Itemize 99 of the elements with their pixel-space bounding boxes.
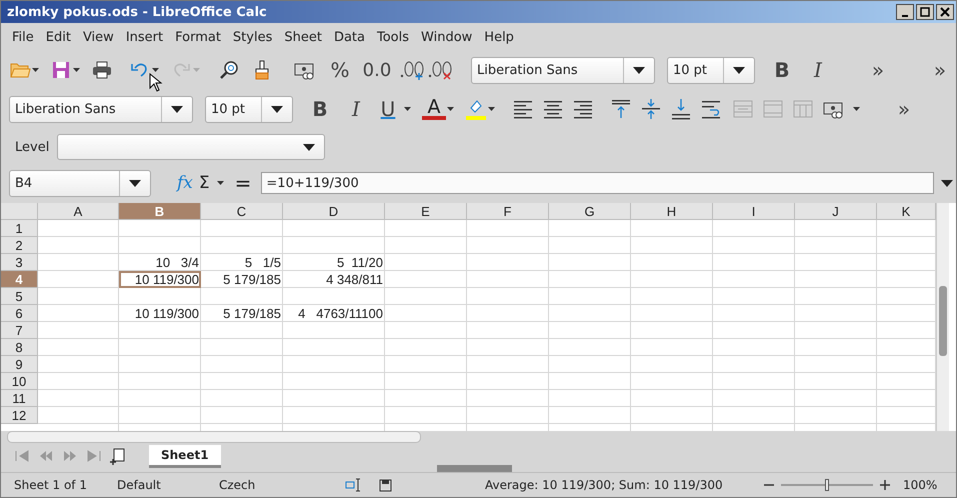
sheet-count: Sheet 1 of 1 (14, 478, 88, 492)
language[interactable]: Czech (219, 478, 345, 492)
merge-cells-icon[interactable] (732, 98, 754, 120)
menu-item[interactable]: Help (478, 30, 520, 44)
formula-button[interactable]: = (234, 171, 252, 195)
align-top-icon[interactable] (610, 98, 632, 120)
selection-mode-icon[interactable] (345, 476, 363, 494)
table-cell[interactable]: 5 179/185 (201, 271, 283, 288)
row-header[interactable]: 2 (1, 237, 38, 254)
column-header[interactable]: E (385, 203, 467, 220)
sheet-tab[interactable]: Sheet1 (149, 444, 221, 468)
add-sheet-icon[interactable] (109, 447, 127, 465)
table-cell[interactable]: 10 3/4 (119, 254, 201, 271)
caret-icon[interactable] (940, 178, 954, 188)
italic-button[interactable]: I (341, 97, 371, 121)
menu-item[interactable]: File (6, 30, 40, 44)
zoom-in-icon[interactable] (879, 479, 891, 491)
printer-icon[interactable] (91, 59, 113, 81)
align-center-icon[interactable] (542, 98, 564, 120)
column-header[interactable]: F (467, 203, 549, 220)
wrap-text-icon[interactable] (700, 98, 722, 120)
caret-icon[interactable] (302, 142, 316, 152)
row-header[interactable]: 12 (1, 407, 38, 424)
caret-icon[interactable] (128, 178, 142, 188)
caret-icon[interactable] (270, 104, 284, 114)
font-name-combo[interactable]: Liberation Sans (471, 56, 655, 84)
more-button[interactable]: » (863, 58, 893, 82)
more-button[interactable]: » (925, 58, 955, 82)
bold-button[interactable]: B (767, 58, 797, 82)
maximize-icon[interactable] (920, 7, 930, 17)
row-header[interactable]: 9 (1, 356, 38, 373)
column-header[interactable]: H (631, 203, 713, 220)
selection-summary: Average: 10 119/300; Sum: 10 119/300 (485, 478, 724, 492)
close-button[interactable] (936, 4, 954, 20)
menu-item[interactable]: Sheet (278, 30, 328, 44)
bold-button[interactable]: B (305, 97, 335, 121)
row-header[interactable]: 6 (1, 305, 38, 322)
font-name-combo[interactable]: Liberation Sans (9, 96, 193, 122)
font-size-combo[interactable]: 10 pt (205, 96, 293, 122)
column-header[interactable]: C (201, 203, 283, 220)
row-header[interactable]: 3 (1, 254, 38, 271)
align-bottom-icon[interactable] (670, 98, 692, 120)
document-modified-icon[interactable] (377, 477, 393, 493)
menu-item[interactable]: Insert (120, 30, 170, 44)
name-box[interactable]: B4 (9, 170, 151, 196)
window-title: zlomky pokus.ods - LibreOffice Calc (7, 4, 268, 20)
row-header[interactable]: 10 (1, 373, 38, 390)
number-format-button[interactable]: 0.0 (357, 60, 397, 80)
italic-button[interactable]: I (803, 58, 833, 82)
menu-item[interactable]: Data (328, 30, 371, 44)
menu-item[interactable]: Window (415, 30, 478, 44)
font-color-button[interactable]: A (422, 98, 446, 120)
caret-icon[interactable] (632, 65, 646, 75)
unmerge-cells-icon[interactable] (792, 98, 814, 120)
zoom-level[interactable]: 100% (903, 478, 938, 492)
percent-button[interactable]: % (325, 58, 355, 82)
level-label: Level (15, 140, 50, 154)
table-cell[interactable]: 10 119/300 (119, 305, 201, 322)
horizontal-scrollbar[interactable] (7, 431, 421, 443)
maximize-button[interactable] (916, 4, 934, 20)
caret-icon[interactable] (170, 104, 184, 114)
zoom-slider-thumb[interactable] (825, 479, 829, 491)
column-header[interactable]: K (877, 203, 936, 220)
row-header[interactable]: 7 (1, 322, 38, 339)
sum-button[interactable]: Σ (198, 173, 210, 193)
align-right-icon[interactable] (572, 98, 594, 120)
font-size-combo[interactable]: 10 pt (667, 56, 755, 84)
underline-button[interactable]: U (373, 97, 403, 121)
menu-item[interactable]: Styles (226, 30, 278, 44)
menu-item[interactable]: Tools (371, 30, 416, 44)
formula-input[interactable]: =10+119/300 (261, 172, 934, 194)
row-header[interactable]: 5 (1, 288, 38, 305)
column-header[interactable]: D (283, 203, 385, 220)
menu-item[interactable]: Edit (40, 30, 77, 44)
vertical-scrollbar[interactable] (936, 203, 949, 431)
page-style[interactable]: Default (117, 478, 219, 492)
active-cell[interactable]: 10 119/300 (119, 271, 201, 288)
menu-item[interactable]: Format (169, 30, 227, 44)
column-header[interactable]: J (795, 203, 877, 220)
table-cell[interactable]: 5 179/185 (201, 305, 283, 322)
mouse-pointer-icon (149, 73, 163, 93)
align-left-icon[interactable] (512, 98, 534, 120)
row-header[interactable]: 11 (1, 390, 38, 407)
more-button[interactable]: » (889, 97, 919, 121)
table-cell[interactable]: 5 1/5 (201, 254, 283, 271)
row-header[interactable]: 1 (1, 220, 38, 237)
table-cell[interactable]: 4 348/811 (283, 271, 385, 288)
minimize-button[interactable] (896, 4, 914, 20)
highlighter-icon[interactable] (465, 98, 487, 120)
row-header[interactable]: 8 (1, 339, 38, 356)
caret-icon[interactable] (732, 65, 746, 75)
align-middle-icon[interactable] (640, 98, 662, 120)
table-cell[interactable]: 5 11/20 (283, 254, 385, 271)
table-cell[interactable]: 4 4763/11100 (283, 305, 385, 322)
column-header[interactable]: G (549, 203, 631, 220)
column-header[interactable]: A (38, 203, 119, 220)
column-header[interactable]: I (713, 203, 795, 220)
close-icon[interactable] (940, 7, 950, 17)
menu-item[interactable]: View (76, 30, 120, 44)
